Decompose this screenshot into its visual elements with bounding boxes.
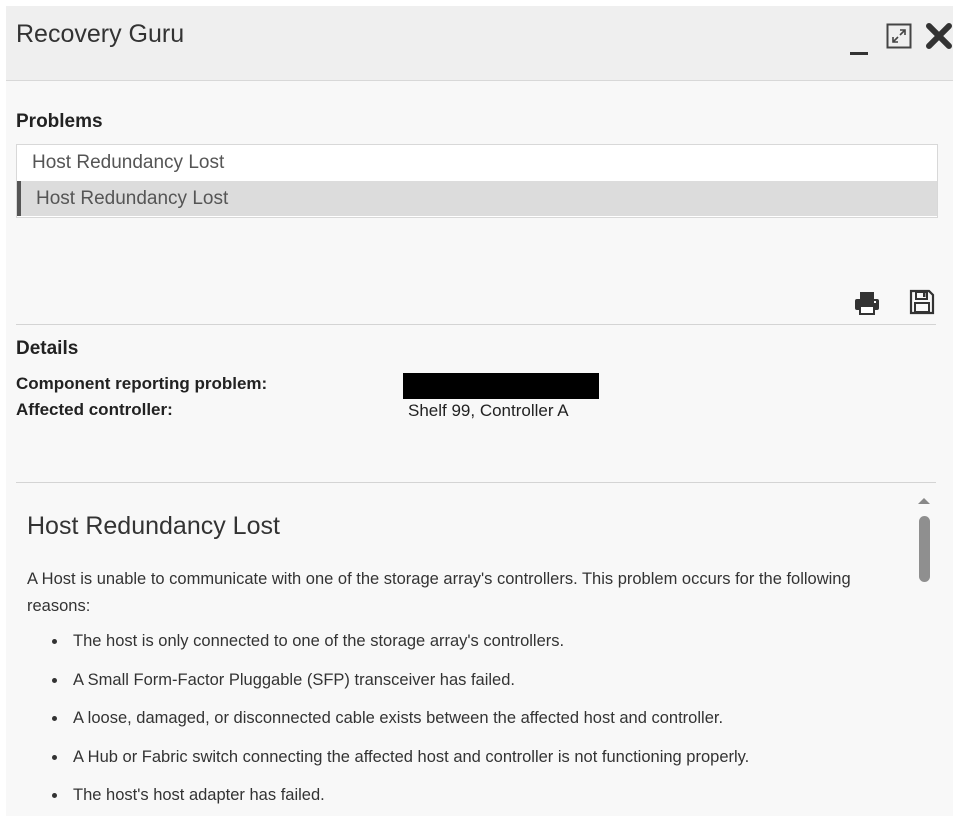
reason-text: The host's host adapter has failed.: [73, 786, 325, 805]
reason-text: A Small Form-Factor Pluggable (SFP) tran…: [73, 670, 515, 689]
problems-heading: Problems: [16, 111, 103, 132]
bullet-icon: [52, 639, 57, 644]
section-divider: [16, 324, 936, 325]
minimize-button[interactable]: [848, 28, 870, 56]
scrollbar-thumb[interactable]: [919, 516, 930, 582]
reason-text: A Hub or Fabric switch connecting the af…: [73, 747, 750, 766]
recovery-guru-dialog: Recovery Guru Problems Host Redundancy L…: [6, 6, 953, 816]
print-button[interactable]: [853, 289, 881, 317]
save-button[interactable]: [908, 288, 936, 316]
problem-description-panel: Host Redundancy Lost A Host is unable to…: [16, 486, 906, 816]
problem-list-item[interactable]: Host Redundancy Lost: [17, 145, 937, 180]
reasons-list: The host is only connected to one of the…: [16, 628, 749, 816]
close-button[interactable]: [924, 21, 953, 51]
problem-item-label: Host Redundancy Lost: [32, 152, 225, 173]
problem-description: A Host is unable to communicate with one…: [27, 570, 851, 615]
title-bar: Recovery Guru: [6, 6, 953, 81]
reason-item: A Hub or Fabric switch connecting the af…: [16, 744, 749, 783]
reason-item: The host is only connected to one of the…: [16, 628, 749, 667]
maximize-icon: [886, 23, 912, 49]
problem-item-label: Host Redundancy Lost: [36, 188, 229, 209]
scroll-up-arrow-icon[interactable]: [918, 498, 930, 504]
redacted-value: [403, 373, 599, 399]
print-icon: [855, 292, 879, 315]
bullet-icon: [52, 793, 57, 799]
minimize-icon: [850, 52, 868, 55]
bullet-icon: [52, 754, 57, 760]
dialog-title: Recovery Guru: [16, 20, 185, 48]
reason-item: A loose, damaged, or disconnected cable …: [16, 705, 749, 744]
bullet-icon: [52, 716, 57, 722]
detail-key-controller: Affected controller:: [16, 400, 173, 419]
reason-item: The host's host adapter has failed.: [16, 782, 749, 816]
save-icon: [909, 289, 935, 315]
detail-key-component: Component reporting problem:: [16, 374, 268, 393]
section-divider: [16, 482, 936, 483]
detail-value-controller: Shelf 99, Controller A: [408, 401, 569, 420]
reason-item: A Small Form-Factor Pluggable (SFP) tran…: [16, 667, 749, 706]
problem-list-item-selected[interactable]: Host Redundancy Lost: [17, 181, 937, 216]
reason-text: A loose, damaged, or disconnected cable …: [73, 709, 724, 728]
bullet-icon: [52, 677, 57, 683]
maximize-button[interactable]: [886, 23, 912, 49]
close-icon: [926, 23, 952, 49]
details-heading: Details: [16, 338, 79, 359]
reason-text: The host is only connected to one of the…: [73, 632, 565, 650]
selection-indicator: [17, 181, 21, 216]
problem-title: Host Redundancy Lost: [27, 512, 280, 540]
problems-list: Host Redundancy Lost Host Redundancy Los…: [16, 144, 938, 218]
